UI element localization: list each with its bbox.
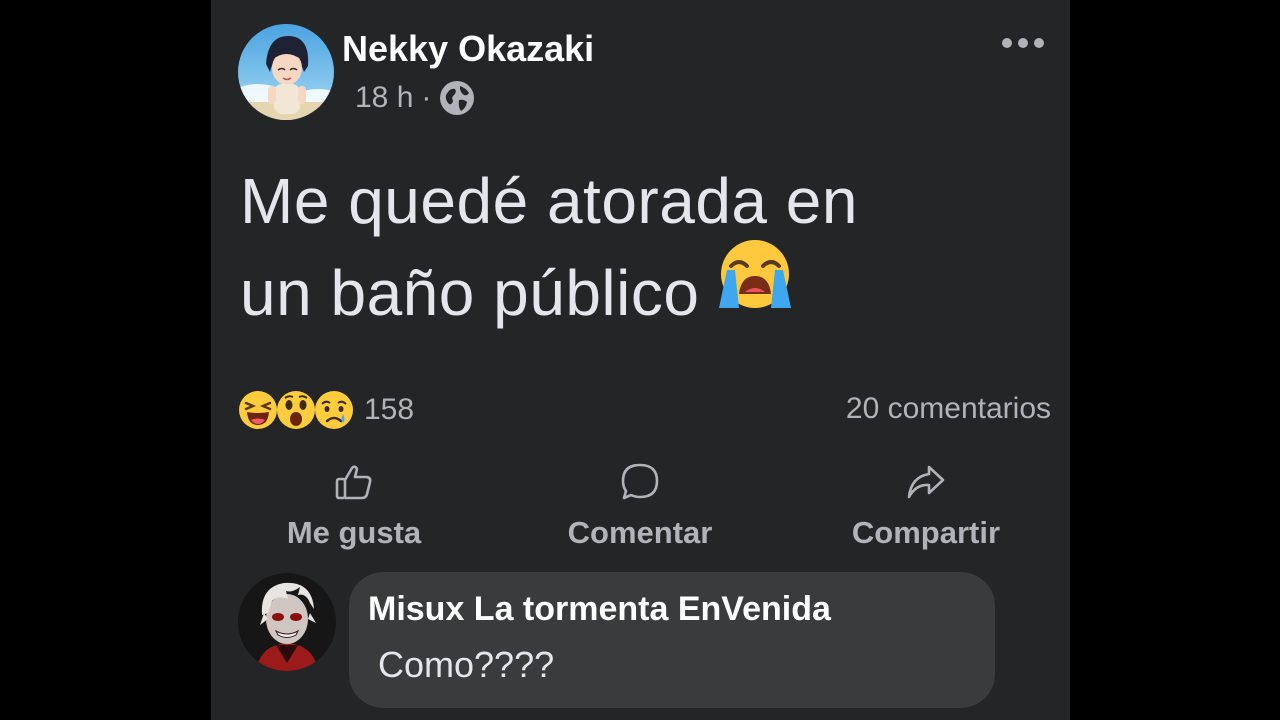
loudly-crying-face-icon bbox=[715, 236, 795, 336]
author-name[interactable]: Nekky Okazaki bbox=[342, 28, 594, 70]
haha-reaction-icon bbox=[238, 390, 278, 430]
post-meta: 18 h · bbox=[355, 80, 475, 116]
speech-bubble-icon bbox=[620, 462, 660, 507]
sad-reaction-icon bbox=[314, 390, 354, 430]
wow-reaction-icon bbox=[276, 390, 316, 430]
post-text-line-2: un baño público bbox=[240, 240, 1040, 339]
comments-count-link[interactable]: 20 comentarios bbox=[846, 392, 1051, 426]
more-dots-icon bbox=[1002, 38, 1012, 48]
post-text-line-2-text: un baño público bbox=[240, 257, 700, 329]
globe-icon bbox=[439, 80, 475, 116]
post-time[interactable]: 18 h bbox=[355, 81, 413, 115]
post-text-line-1: Me quedé atorada en bbox=[240, 165, 858, 237]
more-dot bbox=[1018, 38, 1028, 48]
commenter-avatar[interactable] bbox=[238, 573, 336, 671]
reactions-summary[interactable]: 158 bbox=[238, 390, 414, 430]
author-avatar[interactable] bbox=[238, 24, 334, 120]
reaction-count: 158 bbox=[364, 393, 415, 426]
meta-separator: · bbox=[421, 81, 432, 114]
share-arrow-icon bbox=[906, 462, 946, 507]
like-button[interactable]: Me gusta bbox=[280, 462, 428, 551]
more-dot bbox=[1034, 38, 1044, 48]
commenter-name[interactable]: Misux La tormenta EnVenida bbox=[368, 590, 831, 629]
post-text: Me quedé atorada en un baño público bbox=[240, 155, 1040, 339]
comment-text: Como???? bbox=[378, 644, 555, 685]
share-button[interactable]: Compartir bbox=[845, 462, 1007, 551]
like-label: Me gusta bbox=[286, 515, 422, 550]
more-options-button[interactable] bbox=[996, 30, 1050, 56]
share-label: Compartir bbox=[851, 515, 1001, 550]
screenshot-stage: Nekky Okazaki 18 h · Me quedé atorada en… bbox=[0, 0, 1280, 720]
comment-label: Comentar bbox=[567, 515, 713, 550]
comment-button[interactable]: Comentar bbox=[561, 462, 719, 551]
thumbs-up-icon bbox=[334, 462, 374, 507]
